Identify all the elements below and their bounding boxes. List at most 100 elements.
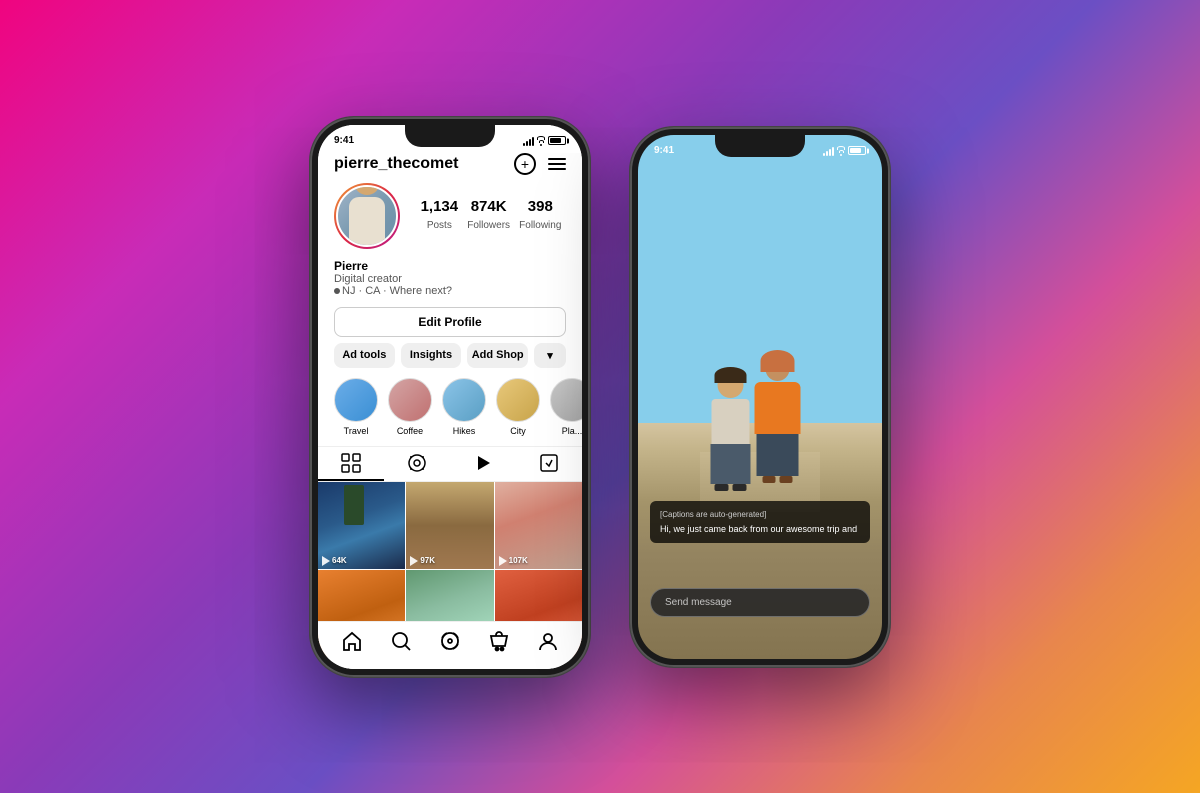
grid-icon <box>340 452 362 474</box>
notch <box>405 125 495 147</box>
battery-fill-right <box>850 148 861 153</box>
following-count: 398 <box>519 198 561 215</box>
add-shop-button[interactable]: Add Shop <box>467 343 528 368</box>
add-post-icon[interactable]: + <box>514 153 536 175</box>
highlight-label-hikes: Hikes <box>453 426 476 436</box>
instagram-profile: 9:41 <box>318 125 582 669</box>
reel-caption-box: [Captions are auto-generated] Hi, we jus… <box>650 501 870 543</box>
highlight-label-travel: Travel <box>344 426 369 436</box>
battery-icon-right <box>848 146 866 155</box>
nav-shop[interactable] <box>488 630 510 652</box>
status-bar-right: 9:41 <box>638 135 882 163</box>
header-icons: + <box>514 153 566 175</box>
person-right-hoodie <box>755 382 801 434</box>
profile-action-buttons: Edit Profile Ad tools Insights Add Shop … <box>318 307 582 378</box>
play-icon-1 <box>322 556 330 566</box>
views-3: 107K <box>509 556 528 565</box>
wifi-icon-right <box>837 146 845 156</box>
person-left-shirt <box>712 399 750 444</box>
time-left: 9:41 <box>334 135 354 146</box>
nav-profile[interactable] <box>537 630 559 652</box>
nav-home[interactable] <box>341 630 363 652</box>
tab-tagged[interactable] <box>516 447 582 481</box>
profile-bio: Pierre Digital creator NJ · CA · Where n… <box>318 259 582 307</box>
send-message-bar[interactable]: Send message <box>650 588 870 617</box>
tab-grid[interactable] <box>318 447 384 481</box>
highlight-label-more: Pla... <box>562 426 582 436</box>
content-tabs <box>318 446 582 482</box>
send-message-placeholder: Send message <box>665 597 732 608</box>
ad-tools-button[interactable]: Ad tools <box>334 343 395 368</box>
grid-overlay-3: 107K <box>499 556 528 566</box>
highlight-label-city: City <box>510 426 526 436</box>
avatar-body <box>349 197 385 247</box>
location-text: NJ · CA · Where next? <box>342 285 452 297</box>
tagged-icon <box>538 452 560 474</box>
tab-reels-list[interactable] <box>384 447 450 481</box>
reels-icon <box>472 452 494 474</box>
avatar-person <box>349 185 385 247</box>
person-left-shoe-l <box>715 484 729 491</box>
highlight-label-coffee: Coffee <box>397 426 423 436</box>
left-phone-screen: 9:41 <box>318 125 582 669</box>
stat-posts: 1,134 Posts <box>421 198 459 233</box>
right-phone-screen: 9:41 <box>638 135 882 659</box>
caption-text: Hi, we just came back from our awesome t… <box>660 523 860 536</box>
wifi-icon <box>537 136 545 146</box>
highlight-circle-travel <box>334 378 378 422</box>
person-right-pants <box>757 434 799 476</box>
highlight-city[interactable]: City <box>496 378 540 436</box>
username: pierre_thecomet <box>334 155 459 173</box>
edit-profile-button[interactable]: Edit Profile <box>334 307 566 337</box>
right-phone: 9:41 <box>630 127 890 667</box>
grid-overlay-2: 97K <box>410 556 435 566</box>
highlight-hikes[interactable]: Hikes <box>442 378 486 436</box>
profile-nav-icon <box>537 630 559 652</box>
person-left-pants <box>711 444 751 484</box>
person-right-hair <box>761 350 795 372</box>
grid-item-1[interactable]: 64K <box>318 482 405 569</box>
highlight-coffee[interactable]: Coffee <box>388 378 432 436</box>
caption-auto-label: [Captions are auto-generated] <box>660 509 860 520</box>
nav-search[interactable] <box>390 630 412 652</box>
highlight-more[interactable]: Pla... <box>550 378 582 436</box>
followers-count: 874K <box>467 198 510 215</box>
person-right-shoes <box>763 476 793 483</box>
person-left-shoe-r <box>733 484 747 491</box>
grid-overlay-1: 64K <box>322 556 347 566</box>
stat-followers: 874K Followers <box>467 198 510 233</box>
profile-stats: 1,134 Posts 874K Followers 398 Following <box>416 198 566 233</box>
highlight-circle-more <box>550 378 582 422</box>
tab-reels[interactable] <box>450 447 516 481</box>
status-icons-right <box>823 146 866 156</box>
person-left-shoes <box>715 484 747 491</box>
profile-header: pierre_thecomet + <box>318 153 582 183</box>
bio-location: NJ · CA · Where next? <box>334 285 566 297</box>
person-left <box>711 372 751 491</box>
person-right <box>755 357 801 483</box>
play-icon-2 <box>410 556 418 566</box>
signal-icon <box>523 136 534 146</box>
person-right-shoe-l <box>763 476 776 483</box>
time-right: 9:41 <box>654 145 674 156</box>
chevron-down-button[interactable]: ▾ <box>534 343 566 368</box>
views-1: 64K <box>332 556 347 565</box>
story-highlights: Travel Coffee Hikes City Pla... <box>318 378 582 446</box>
secondary-buttons-row: Ad tools Insights Add Shop ▾ <box>334 343 566 368</box>
highlight-circle-hikes <box>442 378 486 422</box>
highlight-travel[interactable]: Travel <box>334 378 378 436</box>
menu-icon[interactable] <box>548 158 566 170</box>
battery-icon <box>548 136 566 145</box>
signal-icon-right <box>823 146 834 156</box>
person-right-shoe-r <box>780 476 793 483</box>
nav-reels[interactable] <box>439 630 461 652</box>
highlight-circle-coffee <box>388 378 432 422</box>
reels-nav-icon <box>439 630 461 652</box>
battery-fill <box>550 138 561 143</box>
person-left-head <box>718 372 744 398</box>
reel-people <box>711 357 801 491</box>
profile-info: 1,134 Posts 874K Followers 398 Following <box>318 183 582 259</box>
grid-item-3[interactable]: 107K <box>495 482 582 569</box>
insights-button[interactable]: Insights <box>401 343 462 368</box>
grid-item-2[interactable]: 97K <box>406 482 493 569</box>
